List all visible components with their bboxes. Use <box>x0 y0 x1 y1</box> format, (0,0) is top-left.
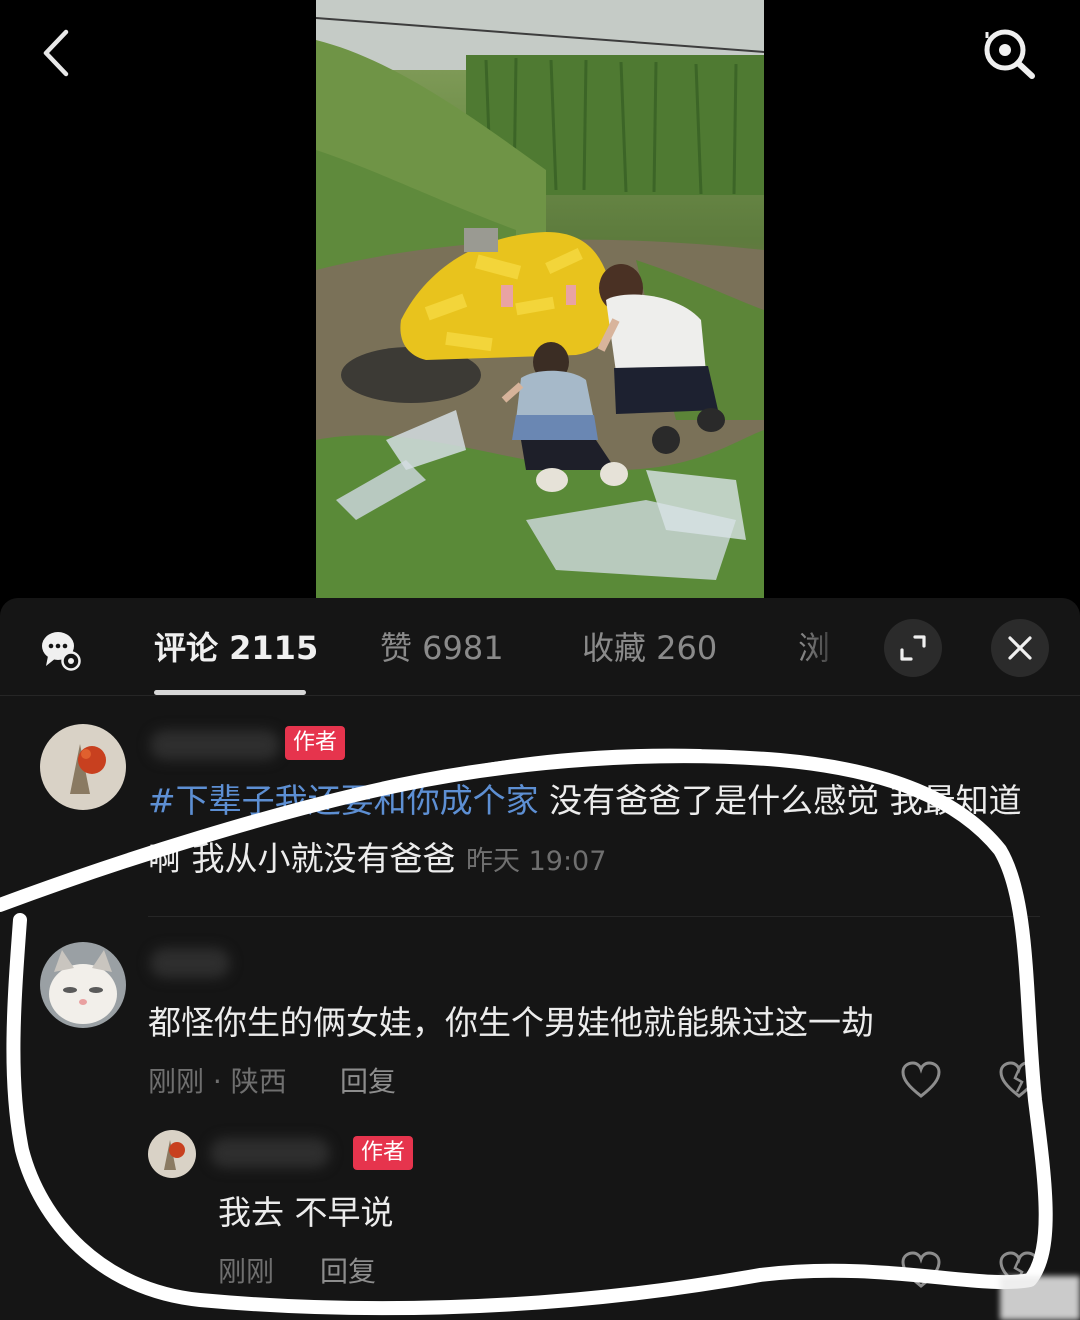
avatar[interactable] <box>40 942 126 1028</box>
tab-comments[interactable]: 评论 2115 <box>154 628 318 668</box>
media-area <box>0 0 1080 600</box>
like-button[interactable] <box>900 1250 942 1294</box>
expand-button[interactable] <box>884 619 942 677</box>
reply-button[interactable]: 回复 <box>320 1254 376 1290</box>
username-blurred[interactable] <box>150 730 280 760</box>
broken-heart-icon <box>999 1061 1039 1098</box>
reply-text: 我去 不早说 <box>218 1193 394 1232</box>
author-badge: 作者 <box>285 726 346 760</box>
reply-meta: 刚刚 <box>218 1255 275 1288</box>
divider <box>148 916 1040 917</box>
watermark <box>1000 1276 1080 1320</box>
search-lens-icon <box>984 29 1035 79</box>
comment-sheet: 评论 2115 赞 6981 收藏 260 浏 作者 #下辈 <box>0 598 1080 1320</box>
comment-text: #下辈子我还要和你成个家 没有爸爸了是什么感觉 我最知道啊 我从小就没有爸爸 昨… <box>148 781 1022 878</box>
comment-meta: 刚刚 · 陕西 <box>148 1065 287 1098</box>
close-icon <box>1008 636 1032 660</box>
post-photo[interactable] <box>316 0 764 598</box>
expand-icon <box>900 635 926 661</box>
tab-bar: 评论 2115 赞 6981 收藏 260 浏 <box>0 598 1080 696</box>
avatar[interactable] <box>148 1130 196 1178</box>
dislike-button[interactable] <box>998 1060 1040 1104</box>
tab-favorites[interactable]: 收藏 260 <box>582 628 717 668</box>
username-blurred[interactable] <box>150 948 230 978</box>
username-blurred[interactable] <box>210 1138 330 1168</box>
comment-time: 昨天 19:07 <box>466 846 607 877</box>
tab-fade <box>800 618 870 678</box>
close-button[interactable] <box>991 619 1049 677</box>
like-button[interactable] <box>900 1060 942 1104</box>
hashtag-link[interactable]: #下辈子我还要和你成个家 <box>148 781 539 820</box>
comment-text: 都怪你生的俩女娃，你生个男娃他就能躲过这一劫 <box>148 1003 874 1042</box>
tab-likes[interactable]: 赞 6981 <box>380 628 504 668</box>
back-button[interactable] <box>32 24 84 82</box>
heart-icon <box>901 1251 941 1288</box>
author-badge: 作者 <box>353 1136 414 1170</box>
image-search-button[interactable] <box>972 22 1044 84</box>
active-tab-indicator <box>154 690 306 695</box>
chat-settings-icon[interactable] <box>40 628 84 672</box>
avatar[interactable] <box>40 724 126 810</box>
heart-icon <box>901 1061 941 1098</box>
reply-button[interactable]: 回复 <box>340 1064 396 1100</box>
chevron-left-icon <box>43 29 69 77</box>
